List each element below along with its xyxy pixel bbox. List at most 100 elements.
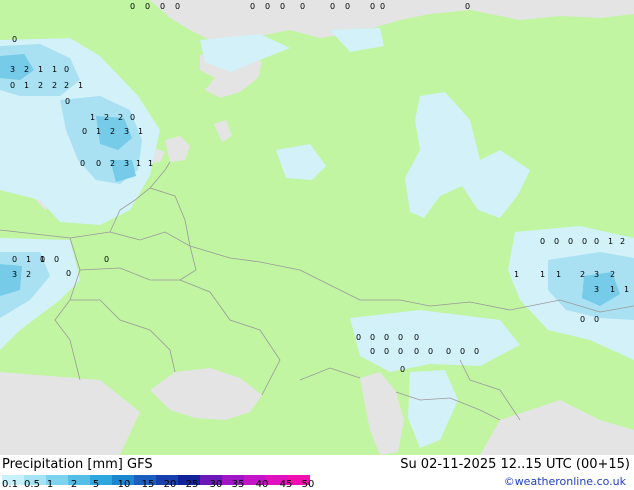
precip-value-label: 0 (428, 347, 433, 356)
precip-value-label: 3 (12, 270, 17, 279)
precip-value-label: 2 (38, 81, 43, 90)
precip-value-label: 2 (620, 237, 625, 246)
precip-value-label: 0 (250, 2, 255, 11)
precip-value-label: 0 (12, 255, 17, 264)
precip-value-label: 0 (540, 237, 545, 246)
precip-value-label: 1 (96, 127, 101, 136)
precip-value-label: 2 (52, 81, 57, 90)
map-title: Precipitation [mm] GFS (2, 457, 153, 472)
precip-value-label: 0 (370, 2, 375, 11)
precip-value-label: 1 (40, 255, 45, 264)
precip-value-label: 1 (610, 285, 615, 294)
precip-value-label: 0 (554, 237, 559, 246)
precip-value-label: 1 (148, 159, 153, 168)
precip-value-label: 0 (414, 333, 419, 342)
precip-value-label: 0 (10, 81, 15, 90)
precip-value-label: 0 (145, 2, 150, 11)
precip-value-label: 0 (96, 159, 101, 168)
precip-value-label: 0 (370, 333, 375, 342)
colorbar-tick-label: 5 (92, 479, 100, 490)
precip-value-label: 0 (80, 159, 85, 168)
colorbar-tick-label: 1 (46, 479, 54, 490)
precip-value-label: 0 (280, 2, 285, 11)
precip-value-label: 1 (138, 127, 143, 136)
precip-value-label: 0 (130, 2, 135, 11)
precip-value-label: 2 (110, 159, 115, 168)
precip-value-label: 0 (345, 2, 350, 11)
precip-value-label: 0 (54, 255, 59, 264)
precip-value-label: 1 (38, 65, 43, 74)
colorbar-tick-label: 50 (301, 479, 315, 490)
precip-value-label: 0 (300, 2, 305, 11)
colorbar-tick-label: 15 (141, 479, 155, 490)
colorbar-tick-label: 20 (163, 479, 177, 490)
precip-value-label: 2 (64, 81, 69, 90)
precip-value-label: 0 (400, 365, 405, 374)
precip-value-label: 0 (465, 2, 470, 11)
colorbar-tick-label: 0.5 (24, 479, 40, 490)
map-canvas: 0 0 0 0 0 0 0 0 0 0 0 0 003 2 1 1 00 1 2 2 2 101 2 2 00 1 2 3 10 0 2 3 1… (0, 0, 634, 455)
precip-value-label: 1 (514, 270, 519, 279)
precip-value-label: 0 (384, 347, 389, 356)
precip-value-label: 2 (118, 113, 123, 122)
precip-value-label: 0 (104, 255, 109, 264)
precip-value-label: 0 (64, 65, 69, 74)
precip-value-label: 0 (398, 347, 403, 356)
colorbar-tick-label: 0.1 (2, 479, 18, 490)
precip-value-label: 0 (160, 2, 165, 11)
precip-value-label: 0 (384, 333, 389, 342)
precip-value-label: 1 (540, 270, 545, 279)
precip-value-label: 0 (582, 237, 587, 246)
precip-value-label: 0 (82, 127, 87, 136)
precip-value-label: 0 (594, 315, 599, 324)
precip-value-label: 3 (10, 65, 15, 74)
precipitation-map: 0000000000000032110012221012200123100231… (0, 0, 634, 455)
precip-value-label: 1 (556, 270, 561, 279)
precip-value-label: 1 (136, 159, 141, 168)
colorbar-tick-label: 25 (185, 479, 199, 490)
precip-value-label: 2 (24, 65, 29, 74)
precip-value-label: 1 (90, 113, 95, 122)
precip-value-label: 0 (370, 347, 375, 356)
precip-value-label: 0 (356, 333, 361, 342)
precip-value-label: 0 (380, 2, 385, 11)
precip-value-label: 0 (12, 35, 17, 44)
precip-value-label: 0 (414, 347, 419, 356)
precip-value-label: 0 (580, 315, 585, 324)
precip-value-label: 3 (594, 270, 599, 279)
precip-value-label: 0 (175, 2, 180, 11)
legend-footer: Precipitation [mm] GFS Su 02-11-2025 12.… (0, 455, 634, 490)
precip-value-label: 3 (124, 127, 129, 136)
precip-value-label: 0 (594, 237, 599, 246)
precip-value-label: 2 (104, 113, 109, 122)
precip-value-label: 2 (580, 270, 585, 279)
precip-value-label: 0 (398, 333, 403, 342)
precip-value-label: 1 (24, 81, 29, 90)
precip-value-label: 0 (66, 269, 71, 278)
precip-value-label: 1 (26, 255, 31, 264)
precip-value-label: 0 (568, 237, 573, 246)
precip-value-label: 0 (330, 2, 335, 11)
precip-value-label: 0 (474, 347, 479, 356)
precip-value-label: 0 (460, 347, 465, 356)
precip-value-label: 3 (594, 285, 599, 294)
colorbar-tick-label: 10 (117, 479, 131, 490)
precip-value-label: 0 (130, 113, 135, 122)
precip-value-label: 1 (78, 81, 83, 90)
colorbar-tick-label: 30 (209, 479, 223, 490)
credit-link[interactable]: ©weatheronline.co.uk (504, 475, 626, 488)
precip-value-label: 0 (265, 2, 270, 11)
precip-value-label: 2 (110, 127, 115, 136)
colorbar-tick-label: 35 (231, 479, 245, 490)
valid-time: Su 02-11-2025 12..15 UTC (00+15) (400, 457, 630, 472)
precip-value-label: 0 (65, 97, 70, 106)
precip-value-label: 0 (446, 347, 451, 356)
precip-value-label: 1 (608, 237, 613, 246)
colorbar-tick-label: 45 (279, 479, 293, 490)
precip-value-label: 3 (124, 159, 129, 168)
precip-value-label: 1 (52, 65, 57, 74)
precip-value-label: 2 (610, 270, 615, 279)
colorbar-tick-label: 2 (70, 479, 78, 490)
colorbar-tick-label: 40 (255, 479, 269, 490)
precip-value-label: 1 (624, 285, 629, 294)
